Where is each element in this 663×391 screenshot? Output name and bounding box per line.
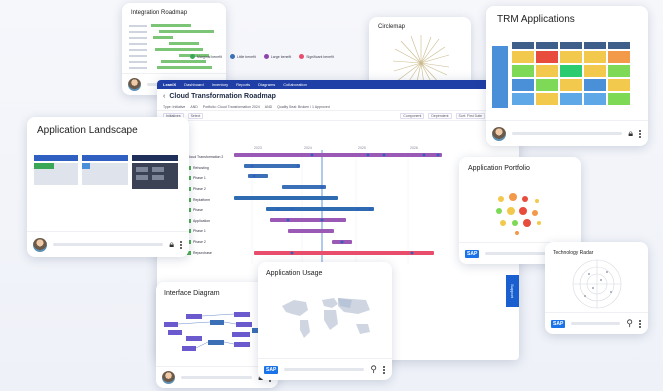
more-icon[interactable] bbox=[180, 240, 183, 249]
nav-item-diagrams[interactable]: Diagrams bbox=[258, 82, 275, 87]
sort-select[interactable]: Sort: First Date bbox=[455, 112, 486, 119]
radar-chart bbox=[572, 259, 622, 309]
nav-item-reports[interactable]: Reports bbox=[236, 82, 250, 87]
component-toggle[interactable]: Component bbox=[400, 112, 425, 119]
avatar bbox=[162, 371, 175, 384]
placeholder-line bbox=[181, 376, 253, 379]
gantt-bar bbox=[254, 251, 434, 255]
card-footer: 🔒︎ bbox=[27, 231, 189, 257]
filter-type[interactable]: Type: Initiative bbox=[163, 105, 185, 109]
zoom-icon[interactable]: ⚲ bbox=[626, 319, 633, 328]
card-title: Application Portfolio bbox=[468, 165, 530, 172]
card-title: Application Landscape bbox=[37, 125, 138, 136]
nav-item-dashboard[interactable]: Dashboard bbox=[184, 82, 204, 87]
gantt-row-label: Phase 2 bbox=[187, 184, 231, 195]
gantt-row-label: Phase bbox=[187, 205, 231, 216]
more-icon[interactable] bbox=[383, 365, 386, 374]
card-title: Integration Roadmap bbox=[131, 10, 188, 16]
sap-logo: SAP bbox=[551, 319, 566, 328]
card-footer: 🔒︎ bbox=[486, 120, 648, 146]
dependent-toggle[interactable]: Dependent bbox=[428, 112, 452, 119]
avatar bbox=[492, 126, 506, 141]
technology-radar-card[interactable]: Technology Radar SAP ⚲ bbox=[545, 242, 648, 334]
card-title: Interface Diagram bbox=[164, 290, 220, 297]
more-icon[interactable] bbox=[639, 319, 642, 328]
legend-item: Significant benefit bbox=[299, 54, 334, 59]
portfolio-bubble-chart bbox=[496, 193, 541, 235]
year-label: 2026 bbox=[410, 146, 418, 150]
gantt-row-labels: Cloud Transformation 2 Rehosting Phase 1… bbox=[187, 152, 231, 258]
card-title: Circlemap bbox=[378, 24, 406, 30]
sap-logo: SAP bbox=[465, 249, 480, 258]
card-footer: SAP ⚲ bbox=[258, 358, 392, 380]
gantt-row-label: Phase 1 bbox=[187, 226, 231, 237]
year-label: 2023 bbox=[254, 146, 262, 150]
placeholder-line bbox=[571, 322, 621, 325]
gantt-row-label: Repurchase bbox=[187, 247, 231, 258]
chart-legend: Marginal benefit Little benefit Large be… bbox=[190, 54, 334, 59]
placeholder-line bbox=[512, 132, 623, 135]
placeholder-line bbox=[284, 368, 365, 371]
page-title: Cloud Transformation Roadmap bbox=[169, 92, 276, 100]
nav-item-collaboration[interactable]: Collaboration bbox=[283, 82, 307, 87]
trm-applications-card[interactable]: TRM Applications 🔒︎ bbox=[486, 6, 648, 146]
gantt-row-label: Replatform bbox=[187, 194, 231, 205]
gantt-bar bbox=[288, 229, 334, 233]
back-icon[interactable]: ‹ bbox=[163, 93, 165, 100]
gantt-row-label: Phase 2 bbox=[187, 237, 231, 248]
top-navigation: LeanIX Dashboard Inventory Reports Diagr… bbox=[157, 80, 519, 89]
gantt-row-label: Rehosting bbox=[187, 163, 231, 174]
mini-roadmap-chart bbox=[129, 24, 214, 69]
card-title: Technology Radar bbox=[553, 250, 594, 256]
avatar bbox=[128, 78, 141, 91]
support-button[interactable]: Support bbox=[506, 275, 519, 307]
title-bar: ‹ Cloud Transformation Roadmap bbox=[157, 89, 519, 103]
legend-item: Marginal benefit bbox=[190, 54, 222, 59]
legend-item: Large benefit bbox=[263, 54, 291, 59]
card-footer: SAP ⚲ bbox=[545, 312, 648, 334]
gantt-bar bbox=[234, 196, 338, 200]
card-title: Application Usage bbox=[266, 270, 323, 277]
nav-item-inventory[interactable]: Inventory bbox=[212, 82, 228, 87]
gantt-chart: 2023 2024 2025 2026 bbox=[234, 146, 442, 264]
lock-icon: 🔒︎ bbox=[628, 128, 633, 138]
gantt-bar bbox=[270, 218, 346, 222]
gantt-bar bbox=[282, 185, 326, 189]
card-title: TRM Applications bbox=[497, 14, 575, 25]
view-select[interactable]: Select bbox=[187, 112, 204, 119]
gantt-bar bbox=[234, 153, 442, 157]
filter-and: AND bbox=[264, 104, 273, 109]
page: Integration Roadmap Circlemap ⚲ bbox=[0, 0, 663, 391]
gantt-row-label: Cloud Transformation 2 bbox=[187, 155, 224, 160]
trm-grid-chart bbox=[492, 42, 630, 108]
zoom-icon[interactable]: ⚲ bbox=[370, 365, 377, 374]
interface-diagram bbox=[164, 312, 262, 351]
filter-and: AND bbox=[190, 104, 198, 109]
view-toolbar: Initiatives Select Component Dependent S… bbox=[157, 111, 519, 121]
gantt-row-label: Application bbox=[187, 216, 231, 227]
year-label: 2025 bbox=[358, 146, 366, 150]
filter-quality[interactable]: Quality Seal: Broken / 1 Approved bbox=[277, 105, 330, 109]
landscape-chart bbox=[34, 155, 178, 189]
filter-portfolio[interactable]: Portfolio: Cloud Transformation 2024 bbox=[203, 105, 260, 109]
world-map bbox=[282, 298, 370, 338]
gantt-row-label: Phase 1 bbox=[187, 173, 231, 184]
more-icon[interactable] bbox=[639, 129, 642, 138]
nav-logo[interactable]: LeanIX bbox=[163, 82, 176, 87]
application-landscape-card[interactable]: Application Landscape 🔒︎ bbox=[27, 117, 189, 257]
placeholder-line bbox=[53, 243, 164, 246]
legend-item: Little benefit bbox=[229, 54, 256, 59]
application-usage-card[interactable]: Application Usage SAP ⚲ bbox=[258, 262, 392, 380]
filter-bar: Type: Initiative AND Portfolio: Cloud Tr… bbox=[157, 103, 519, 111]
lock-icon: 🔒︎ bbox=[169, 239, 174, 249]
sap-logo: SAP bbox=[264, 365, 279, 374]
year-label: 2024 bbox=[304, 146, 312, 150]
gantt-bar bbox=[248, 174, 268, 178]
avatar bbox=[33, 237, 47, 252]
